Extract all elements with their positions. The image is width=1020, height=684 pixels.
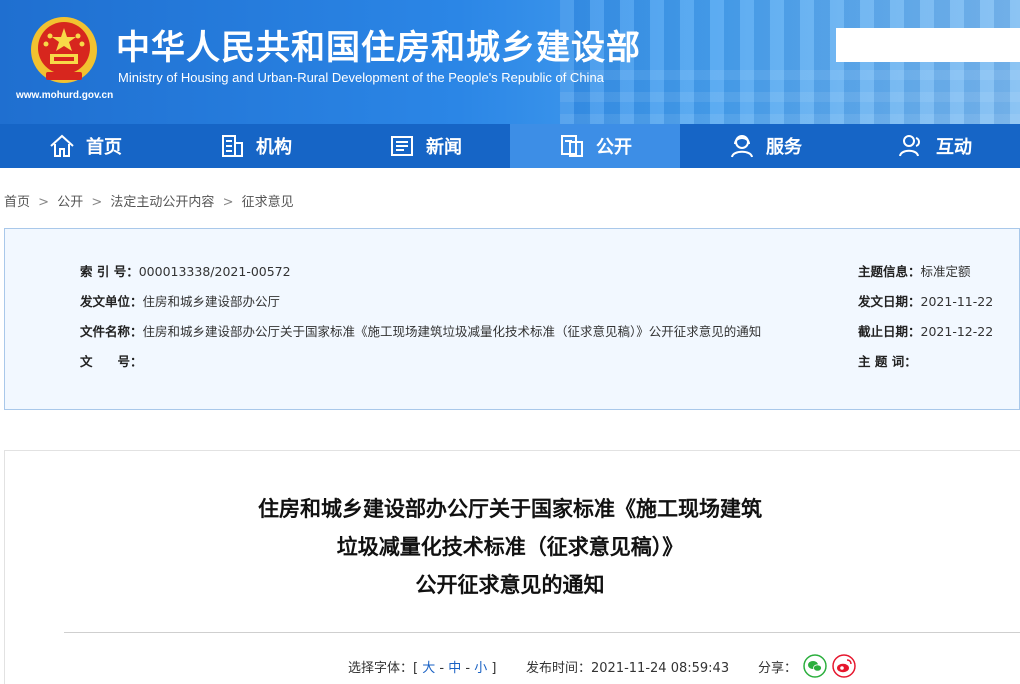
breadcrumb-open[interactable]: 公开 bbox=[57, 195, 83, 210]
nav-label: 新闻 bbox=[426, 137, 462, 158]
site-subtitle: Ministry of Housing and Urban-Rural Deve… bbox=[118, 70, 604, 85]
nav-item-home[interactable]: 首页 bbox=[0, 124, 170, 168]
article-title-line: 垃圾减量化技术标准（征求意见稿）》 bbox=[336, 535, 684, 559]
share-label: 分享： bbox=[758, 661, 798, 676]
search-input[interactable] bbox=[836, 28, 1020, 62]
font-large-link[interactable]: 大 bbox=[422, 661, 435, 676]
font-medium-link[interactable]: 中 bbox=[448, 661, 461, 676]
info-keyword: 主 题 词： bbox=[858, 351, 917, 370]
nav-item-open[interactable]: 公开 bbox=[510, 124, 680, 168]
font-size-selector: 选择字体：[ 大 - 中 - 小 ] bbox=[348, 657, 496, 676]
main-nav: 首页 机构 新闻 公开 服务 互动 bbox=[0, 124, 1020, 168]
info-label: 主题信息： bbox=[858, 264, 921, 279]
info-value: 000013338/2021-00572 bbox=[138, 264, 291, 279]
info-deadline: 截止日期：2021-12-22 bbox=[858, 321, 993, 340]
info-label: 索 引 号： bbox=[80, 264, 139, 279]
nav-item-interact[interactable]: 互动 bbox=[850, 124, 1020, 168]
breadcrumb-separator: > bbox=[38, 195, 50, 210]
article-title: 住房和城乡建设部办公厅关于国家标准《施工现场建筑 垃圾减量化技术标准（征求意见稿… bbox=[0, 490, 1020, 604]
nav-item-organization[interactable]: 机构 bbox=[170, 124, 340, 168]
info-issuer: 发文单位：住房和城乡建设部办公厅 bbox=[80, 291, 280, 310]
info-date: 发文日期：2021-11-22 bbox=[858, 291, 993, 310]
site-title: 中华人民共和国住房和城乡建设部 bbox=[116, 28, 641, 68]
nav-item-service[interactable]: 服务 bbox=[680, 124, 850, 168]
open-icon bbox=[561, 135, 583, 157]
info-label: 发文单位： bbox=[80, 294, 143, 309]
header-building-windows bbox=[560, 60, 1020, 124]
info-value: 住房和城乡建设部办公厅 bbox=[142, 294, 281, 309]
info-label: 文件名称： bbox=[80, 324, 143, 339]
info-docno: 文 号： bbox=[80, 351, 143, 370]
info-filename: 文件名称：住房和城乡建设部办公厅关于国家标准《施工现场建筑垃圾减量化技术标准（征… bbox=[80, 321, 761, 340]
info-value: 标准定额 bbox=[920, 264, 971, 279]
info-value: 2021-11-22 bbox=[920, 294, 994, 309]
nav-label: 互动 bbox=[936, 137, 972, 158]
info-label: 主 题 词： bbox=[858, 354, 917, 369]
info-topic: 主题信息：标准定额 bbox=[858, 261, 971, 280]
article-title-line: 公开征求意见的通知 bbox=[415, 573, 605, 597]
nav-label: 机构 bbox=[256, 137, 292, 158]
interact-icon bbox=[899, 135, 920, 157]
building-icon bbox=[222, 135, 243, 157]
site-header: www.mohurd.gov.cn 中华人民共和国住房和城乡建设部 Minist… bbox=[0, 0, 1020, 124]
document-info-box bbox=[4, 228, 1020, 410]
info-label: 发文日期： bbox=[858, 294, 921, 309]
nav-item-news[interactable]: 新闻 bbox=[340, 124, 510, 168]
news-icon bbox=[391, 136, 413, 156]
breadcrumb-home[interactable]: 首页 bbox=[4, 195, 30, 210]
service-icon bbox=[731, 135, 753, 158]
font-small-link[interactable]: 小 bbox=[474, 661, 487, 676]
font-size-dash: - bbox=[465, 661, 471, 676]
publish-label: 发布时间： bbox=[526, 661, 592, 676]
breadcrumb-separator: > bbox=[222, 195, 234, 210]
weibo-share-icon[interactable] bbox=[832, 654, 856, 678]
font-size-end: ] bbox=[491, 661, 497, 676]
wechat-share-icon[interactable] bbox=[803, 654, 827, 678]
article-divider bbox=[64, 632, 1020, 633]
info-label: 文 号： bbox=[80, 354, 143, 369]
breadcrumb-statutory[interactable]: 法定主动公开内容 bbox=[110, 195, 214, 210]
national-emblem-icon[interactable] bbox=[28, 14, 100, 86]
font-size-dash: - bbox=[439, 661, 445, 676]
breadcrumb-consultation[interactable]: 征求意见 bbox=[242, 195, 294, 210]
info-label: 截止日期： bbox=[858, 324, 921, 339]
publish-time: 发布时间：2021-11-24 08:59:43 bbox=[526, 657, 729, 676]
nav-label: 首页 bbox=[86, 137, 122, 158]
nav-label: 公开 bbox=[596, 137, 632, 158]
article-title-line: 住房和城乡建设部办公厅关于国家标准《施工现场建筑 bbox=[258, 497, 762, 521]
font-size-label: 选择字体：[ bbox=[348, 661, 419, 676]
info-index: 索 引 号：000013338/2021-00572 bbox=[80, 261, 291, 280]
home-icon bbox=[50, 134, 74, 157]
info-value: 住房和城乡建设部办公厅关于国家标准《施工现场建筑垃圾减量化技术标准（征求意见稿）… bbox=[142, 324, 762, 339]
breadcrumb: 首页 > 公开 > 法定主动公开内容 > 征求意见 bbox=[4, 191, 298, 210]
site-url: www.mohurd.gov.cn bbox=[16, 90, 114, 101]
info-value: 2021-12-22 bbox=[920, 324, 994, 339]
breadcrumb-separator: > bbox=[91, 195, 103, 210]
nav-label: 服务 bbox=[766, 137, 802, 158]
publish-value: 2021-11-24 08:59:43 bbox=[591, 661, 730, 676]
